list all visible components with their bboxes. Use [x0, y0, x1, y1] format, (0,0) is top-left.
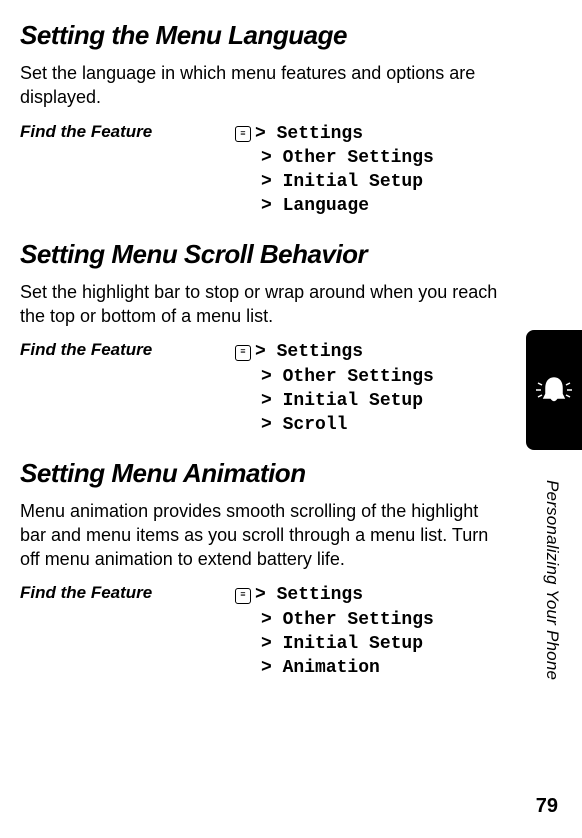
feature-path: > Settings > Other Settings > Initial Se…	[235, 340, 434, 437]
thumb-tab	[526, 330, 582, 450]
feature-block: Find the Feature > Settings > Other Sett…	[20, 120, 542, 221]
path-item: Language	[283, 196, 369, 216]
path-item: Other Settings	[283, 148, 434, 168]
feature-path: > Settings > Other Settings > Initial Se…	[235, 122, 434, 219]
path-item: Initial Setup	[283, 172, 423, 192]
section-heading: Setting Menu Animation	[20, 458, 542, 489]
bell-ringing-icon	[532, 368, 576, 412]
section-heading: Setting Menu Scroll Behavior	[20, 239, 542, 270]
path-item: Initial Setup	[283, 391, 423, 411]
path-item: Initial Setup	[283, 634, 423, 654]
body-text: Set the highlight bar to stop or wrap ar…	[20, 280, 500, 329]
feature-block: Find the Feature > Settings > Other Sett…	[20, 581, 542, 682]
feature-block: Find the Feature > Settings > Other Sett…	[20, 338, 542, 439]
path-item: Animation	[283, 658, 380, 678]
page-number: 79	[536, 795, 558, 818]
path-item: Settings	[277, 124, 363, 144]
menu-icon	[235, 126, 251, 142]
feature-label: Find the Feature	[20, 122, 235, 142]
path-item: Settings	[277, 342, 363, 362]
feature-label: Find the Feature	[20, 340, 235, 360]
path-item: Settings	[277, 585, 363, 605]
path-item: Scroll	[283, 415, 348, 435]
side-chapter-label: Personalizing Your Phone	[542, 480, 562, 680]
menu-icon	[235, 345, 251, 361]
path-item: Other Settings	[283, 367, 434, 387]
feature-label: Find the Feature	[20, 583, 235, 603]
path-item: Other Settings	[283, 610, 434, 630]
feature-path: > Settings > Other Settings > Initial Se…	[235, 583, 434, 680]
menu-icon	[235, 588, 251, 604]
body-text: Menu animation provides smooth scrolling…	[20, 499, 500, 572]
body-text: Set the language in which menu features …	[20, 61, 500, 110]
section-heading: Setting the Menu Language	[20, 20, 542, 51]
